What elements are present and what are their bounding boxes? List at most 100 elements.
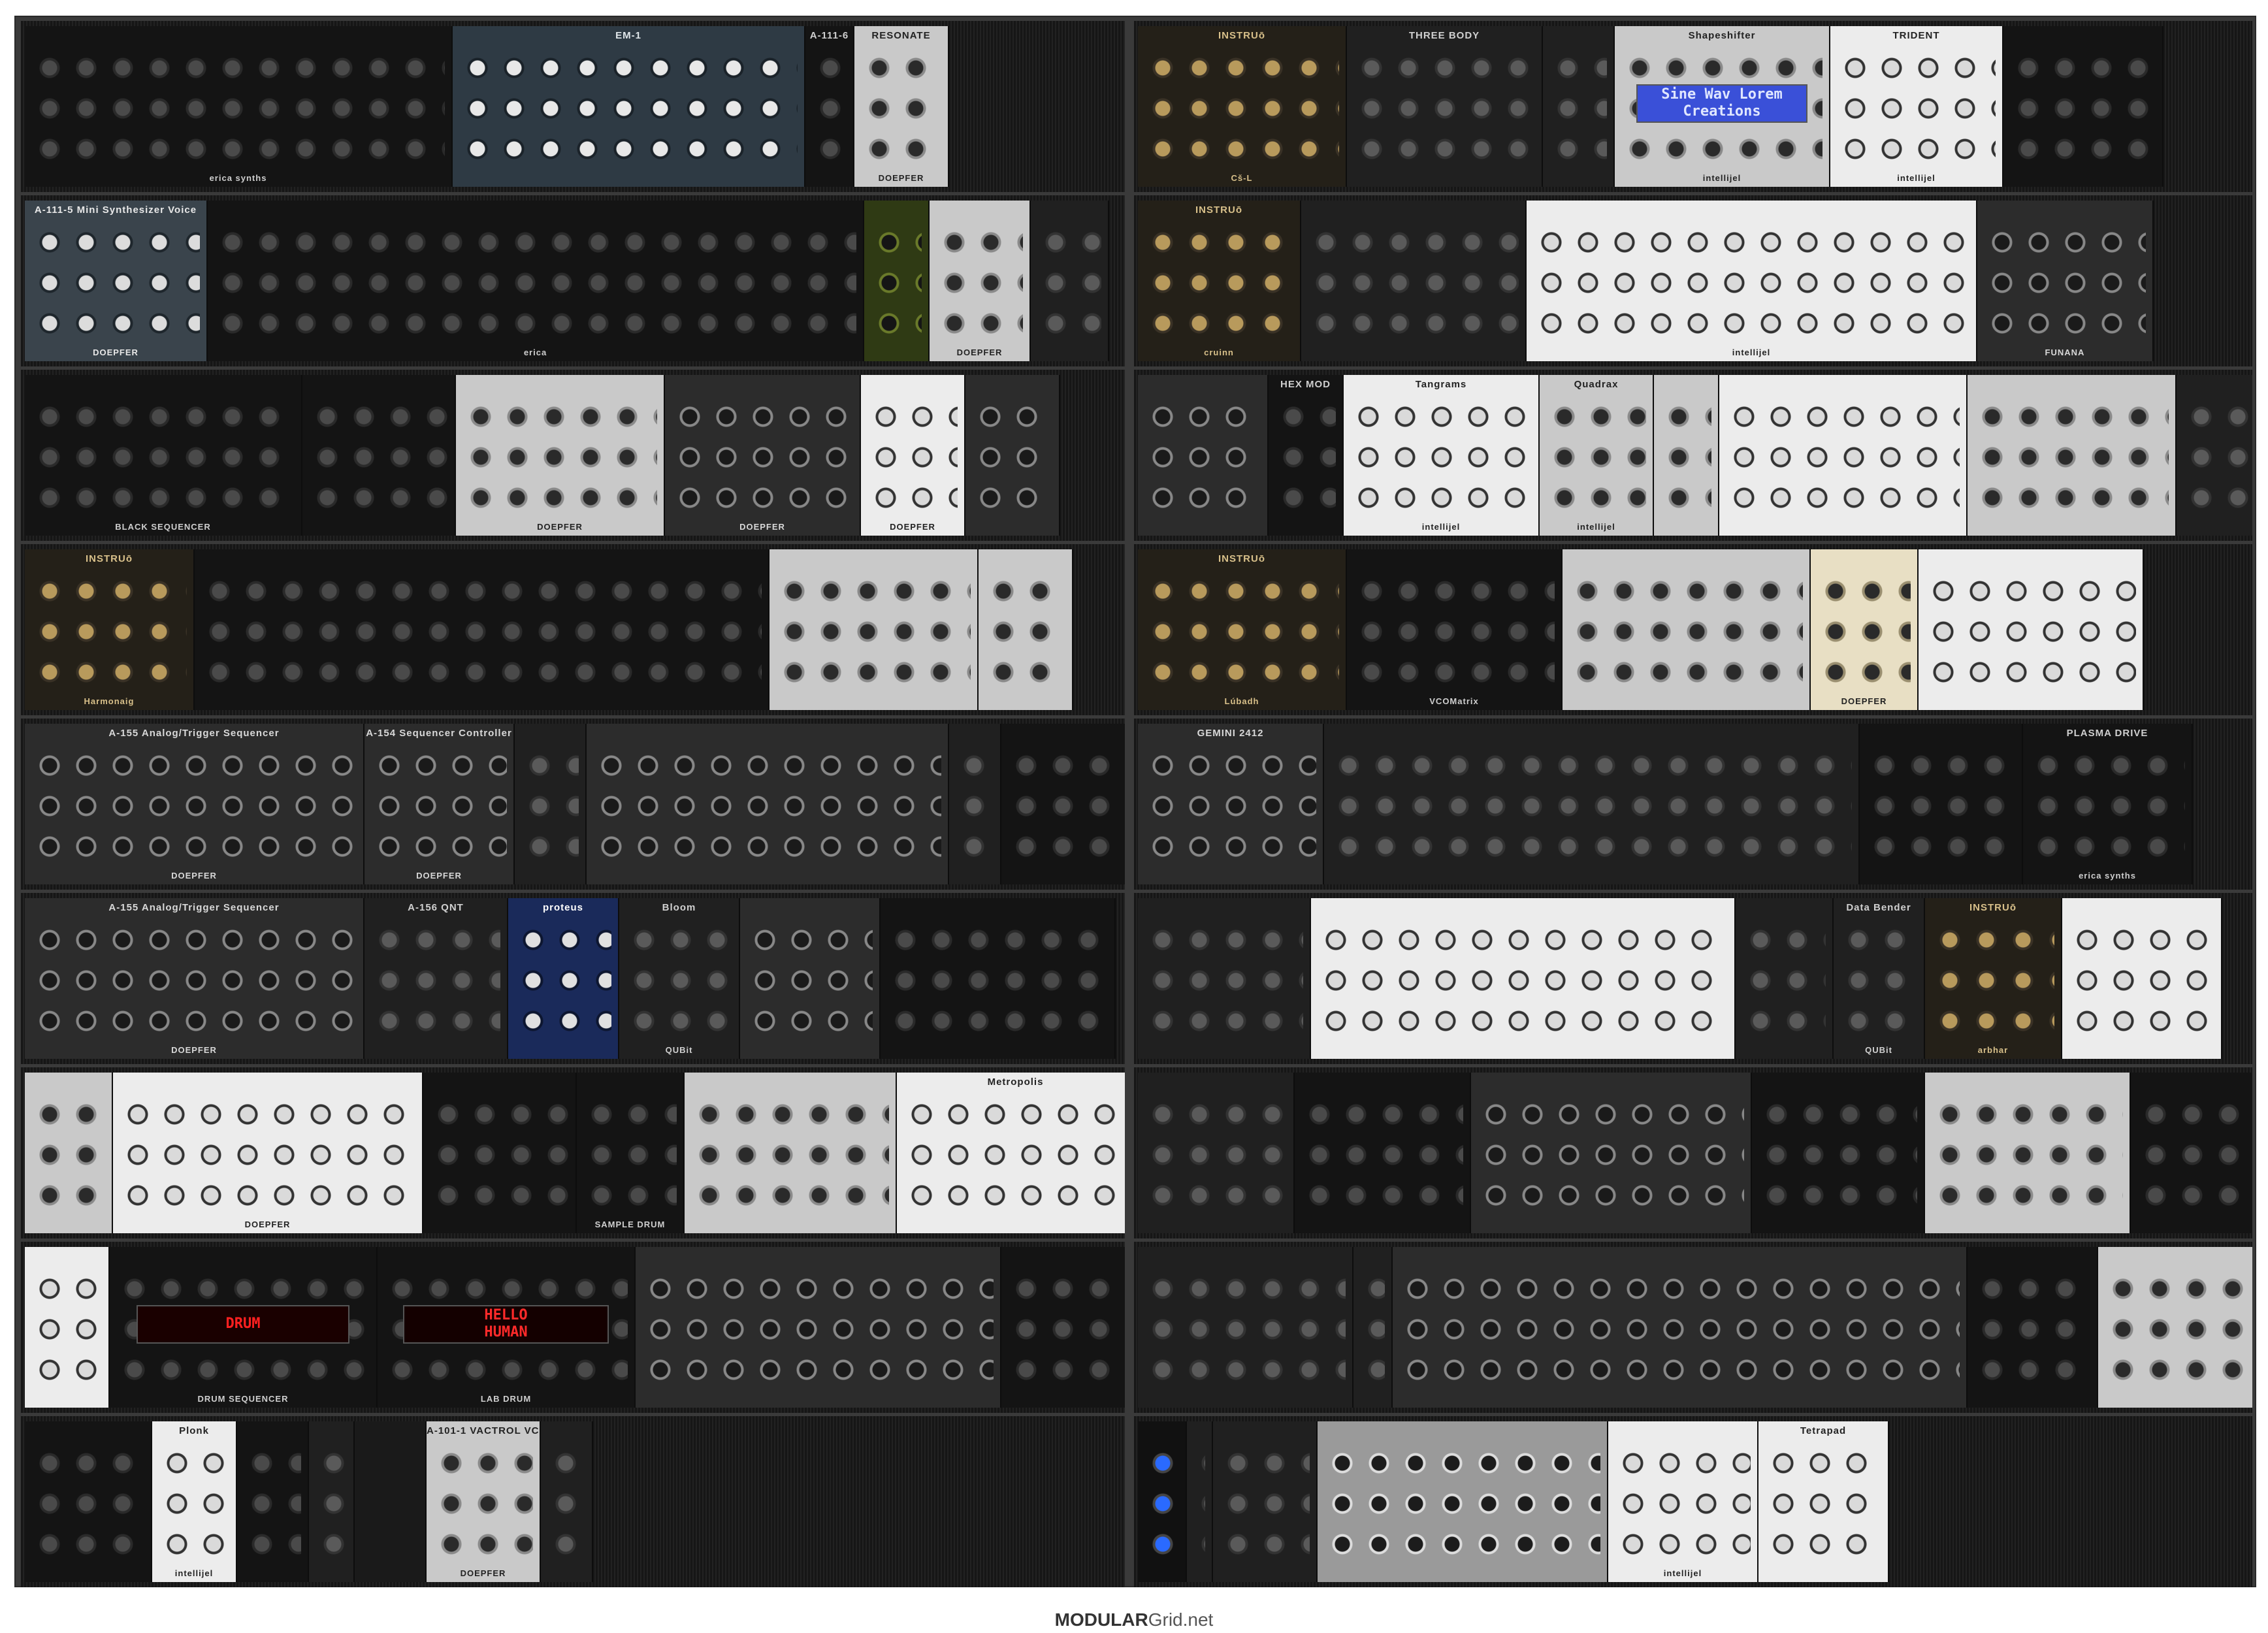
module-controls[interactable]	[887, 920, 1108, 1037]
module-controls[interactable]	[515, 920, 611, 1037]
eurorack-module[interactable]: INSTRUō cruinn	[1138, 201, 1301, 361]
eurorack-module[interactable]: Tangrams intellijel	[1344, 375, 1540, 536]
module-controls[interactable]	[1726, 397, 1960, 513]
eurorack-module[interactable]: A-111-5 Mini Synthesizer Voice DOEPFER	[25, 201, 208, 361]
eurorack-module[interactable]: intellijel	[1608, 1421, 1758, 1582]
module-controls[interactable]	[1533, 223, 1969, 339]
module-controls[interactable]	[2137, 1095, 2252, 1211]
eurorack-module[interactable]	[515, 724, 587, 884]
module-controls[interactable]	[867, 397, 958, 513]
module-controls[interactable]	[430, 1095, 569, 1211]
eurorack-module[interactable]	[1919, 549, 2144, 710]
module-controls[interactable]	[316, 1444, 347, 1560]
eurorack-module[interactable]	[1471, 1073, 1752, 1233]
eurorack-module[interactable]	[864, 201, 930, 361]
module-controls[interactable]	[547, 1444, 585, 1560]
module-controls[interactable]	[1837, 48, 1996, 165]
eurorack-module[interactable]: SAMPLE DRUM	[577, 1073, 685, 1233]
eurorack-module[interactable]	[2131, 1073, 2252, 1233]
eurorack-module[interactable]: Metropolis	[897, 1073, 1125, 1233]
eurorack-module[interactable]	[949, 724, 1001, 884]
eurorack-module[interactable]: A-101-1 VACTROL VCF DOEPFER	[427, 1421, 541, 1582]
eurorack-module[interactable]	[1563, 549, 1811, 710]
module-controls[interactable]	[1569, 572, 1803, 688]
module-controls[interactable]	[593, 746, 941, 862]
module-controls[interactable]	[1840, 920, 1917, 1037]
eurorack-module[interactable]	[1324, 724, 1860, 884]
eurorack-module[interactable]	[2062, 898, 2222, 1059]
eurorack-module[interactable]	[1752, 1073, 1925, 1233]
eurorack-module[interactable]	[541, 1421, 593, 1582]
eurorack-module[interactable]: GEMINI 2412	[1138, 724, 1324, 884]
module-controls[interactable]	[31, 1095, 105, 1211]
module-controls[interactable]	[1765, 1444, 1881, 1560]
eurorack-module[interactable]: intellijel	[1527, 201, 1977, 361]
module-controls[interactable]	[936, 223, 1023, 339]
module-controls[interactable]	[31, 572, 187, 688]
eurorack-module[interactable]	[1001, 724, 1125, 884]
module-controls[interactable]	[1144, 746, 1316, 862]
eurorack-module[interactable]: proteus	[508, 898, 619, 1059]
module-controls[interactable]	[1308, 223, 1519, 339]
module-controls[interactable]	[1932, 920, 2054, 1037]
module-controls[interactable]	[1478, 1095, 1744, 1211]
module-controls[interactable]	[1144, 920, 1303, 1037]
eurorack-module[interactable]	[423, 1073, 577, 1233]
module-controls[interactable]	[642, 1269, 994, 1385]
eurorack-module[interactable]	[302, 375, 456, 536]
module-controls[interactable]	[31, 746, 357, 862]
eurorack-module[interactable]: Bloom QUBit	[619, 898, 740, 1059]
eurorack-module[interactable]	[1187, 1421, 1213, 1582]
eurorack-module[interactable]	[309, 1421, 355, 1582]
eurorack-module[interactable]	[25, 1073, 113, 1233]
eurorack-module[interactable]	[2098, 1247, 2252, 1408]
module-controls[interactable]	[871, 223, 922, 339]
eurorack-module[interactable]	[1138, 1421, 1187, 1582]
module-controls[interactable]	[672, 397, 853, 513]
eurorack-module[interactable]	[195, 549, 770, 710]
eurorack-module[interactable]	[1543, 26, 1615, 187]
eurorack-module[interactable]	[881, 898, 1116, 1059]
eurorack-module[interactable]	[25, 1247, 110, 1408]
module-controls[interactable]	[956, 746, 994, 862]
eurorack-module[interactable]: DOEPFER	[665, 375, 861, 536]
module-controls[interactable]	[31, 223, 200, 339]
eurorack-module[interactable]: A-111-6	[805, 26, 854, 187]
module-controls[interactable]	[1008, 1269, 1124, 1385]
modulargrid-footer[interactable]: MODULARGrid.net	[0, 1609, 2268, 1630]
module-controls[interactable]	[1817, 572, 1911, 688]
module-controls[interactable]	[1932, 1095, 2123, 1211]
module-controls[interactable]	[1144, 223, 1293, 339]
eurorack-module[interactable]: FUNANA	[1977, 201, 2154, 361]
eurorack-module[interactable]: Shapeshifter Sine Wav Lorem Creations inte…	[1615, 26, 1830, 187]
module-controls[interactable]	[1546, 397, 1646, 513]
module-controls[interactable]	[1360, 1269, 1385, 1385]
eurorack-module[interactable]: DOEPFER	[930, 201, 1031, 361]
eurorack-module[interactable]	[1311, 898, 1736, 1059]
eurorack-module[interactable]	[1654, 375, 1719, 536]
module-controls[interactable]	[1144, 1095, 1287, 1211]
eurorack-module[interactable]	[2177, 375, 2252, 536]
eurorack-module[interactable]: DOEPFER	[113, 1073, 423, 1233]
module-controls[interactable]	[2069, 920, 2214, 1037]
eurorack-module[interactable]	[1138, 1073, 1295, 1233]
eurorack-module[interactable]: Plonk intellijel	[152, 1421, 237, 1582]
eurorack-module[interactable]	[2003, 26, 2163, 187]
eurorack-module[interactable]	[1860, 724, 2023, 884]
module-controls[interactable]	[2183, 397, 2252, 513]
module-controls[interactable]	[1301, 1095, 1463, 1211]
module-controls[interactable]	[309, 397, 448, 513]
eurorack-module[interactable]	[1393, 1247, 1968, 1408]
module-controls[interactable]	[1925, 572, 2136, 688]
module-controls[interactable]	[583, 1095, 677, 1211]
module-controls[interactable]	[371, 746, 507, 862]
eurorack-module[interactable]	[1295, 1073, 1471, 1233]
eurorack-module[interactable]	[979, 549, 1073, 710]
module-controls[interactable]	[244, 1444, 301, 1560]
module-controls[interactable]	[2105, 1269, 2247, 1385]
eurorack-module[interactable]	[237, 1421, 309, 1582]
module-controls[interactable]	[1742, 920, 1826, 1037]
module-controls[interactable]	[31, 397, 295, 513]
module-controls[interactable]	[1008, 746, 1121, 862]
module-controls[interactable]	[1549, 48, 1607, 165]
